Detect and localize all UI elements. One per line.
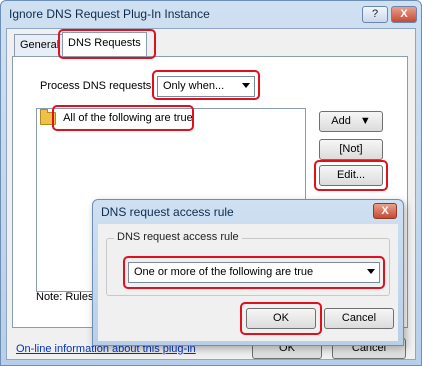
dialog-close-button[interactable]: X xyxy=(373,203,397,219)
dialog-title: DNS request access rule xyxy=(101,205,234,219)
highlight-tab xyxy=(58,29,156,59)
highlight-tree-item xyxy=(52,105,194,131)
highlight-process-combo xyxy=(152,70,260,100)
dropdown-arrow-icon: ▼ xyxy=(359,115,371,127)
access-rule-dialog: DNS request access rule X DNS request ac… xyxy=(92,199,404,346)
window-title: Ignore DNS Request Plug-In Instance xyxy=(9,7,210,21)
help-button[interactable]: ? xyxy=(362,6,388,23)
add-button-label: Add xyxy=(331,115,351,127)
highlight-edit-button xyxy=(314,160,388,191)
note-text: Note: Rules xyxy=(36,291,94,303)
dialog-client: DNS request access rule One or more of t… xyxy=(98,224,398,341)
not-button[interactable]: [Not] xyxy=(319,139,383,160)
dialog-cancel-button[interactable]: Cancel xyxy=(324,308,394,329)
close-button[interactable]: X xyxy=(391,6,417,23)
add-button[interactable]: Add ▼ xyxy=(319,111,383,132)
rule-group-label: DNS request access rule xyxy=(114,231,242,243)
process-label: Process DNS requests: xyxy=(40,80,155,92)
highlight-rule-combo xyxy=(123,256,385,289)
highlight-dialog-ok xyxy=(240,302,322,335)
